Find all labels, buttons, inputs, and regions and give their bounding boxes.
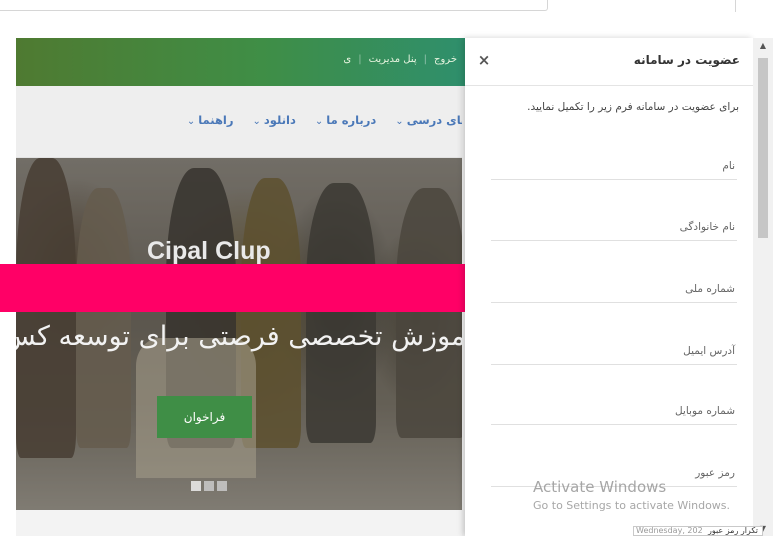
activate-windows-watermark: Activate Windows Go to Settings to activ… <box>533 478 730 512</box>
site-main-nav: های درسی⌄ درباره ما⌄ دانلود⌄ راهنما⌄ <box>16 86 465 158</box>
site-top-header: خروج | پنل مدیریت | ی <box>16 38 465 86</box>
chevron-down-icon: ⌄ <box>314 116 324 127</box>
partial-top-link[interactable]: ی <box>343 54 351 65</box>
field-label: نام <box>722 160 735 172</box>
confirm-password-label: تکرار رمز عبور <box>708 526 758 535</box>
nav-item-label: دانلود <box>263 113 296 127</box>
watermark-title: Activate Windows <box>533 478 667 496</box>
panel-header: عضویت در سامانه × <box>465 38 753 86</box>
main-menu: های درسی⌄ درباره ما⌄ دانلود⌄ راهنما⌄ <box>172 113 465 127</box>
field-label: نام خانوادگی <box>679 221 735 233</box>
hero-slider: Cipal Clup آموزش تخصصی فرصتی برای توسعه … <box>16 158 465 510</box>
slider-dot[interactable] <box>217 481 227 491</box>
field-label: آدرس ایمیل <box>683 345 735 357</box>
hero-title-persian: آموزش تخصصی فرصتی برای توسعه کس <box>16 321 465 352</box>
scroll-up-arrow-icon[interactable]: ▲ <box>753 41 773 50</box>
nav-item-label: راهنما <box>198 113 234 127</box>
tray-date-text: Wednesday, 202 <box>636 526 703 535</box>
first-name-field[interactable]: نام <box>491 160 737 180</box>
toolbar-divider <box>735 0 736 12</box>
link-separator: | <box>423 54 428 65</box>
admin-panel-link[interactable]: پنل مدیریت <box>369 54 417 65</box>
link-separator: | <box>358 54 362 65</box>
nav-item-about[interactable]: درباره ما⌄ <box>315 113 376 127</box>
hero-title-english: Cipal Clup <box>147 237 271 265</box>
nav-item-label: درباره ما <box>326 113 377 127</box>
last-name-field[interactable]: نام خانوادگی <box>491 221 737 241</box>
watermark-subtitle: Go to Settings to activate Windows. <box>533 499 731 512</box>
taskbar-tooltip: Wednesday, 202 تکرار رمز عبور <box>633 526 763 536</box>
slider-dot[interactable] <box>191 481 201 491</box>
screen: خروج|پنل مدیریت|ی های درسی⌄ درباره ما⌄ د… <box>0 0 773 536</box>
mobile-field[interactable]: شماره موبایل <box>491 405 737 425</box>
slider-dot[interactable] <box>204 481 214 491</box>
nav-item-download[interactable]: دانلود⌄ <box>253 113 296 127</box>
redaction-bar <box>0 264 528 312</box>
scrollbar-thumb[interactable] <box>758 58 768 238</box>
slider-dots <box>191 481 227 491</box>
chevron-down-icon: ⌄ <box>186 116 196 127</box>
chevron-down-icon: ⌄ <box>252 116 261 127</box>
nav-item-guide[interactable]: راهنما⌄ <box>187 113 234 127</box>
field-label: شماره موبایل <box>674 405 735 417</box>
address-bar[interactable] <box>0 0 548 11</box>
chevron-down-icon: ⌄ <box>395 116 404 127</box>
panel-title: عضویت در سامانه <box>633 53 740 67</box>
nav-item-label: های درسی <box>406 113 465 127</box>
logout-link[interactable]: خروج <box>434 54 457 65</box>
email-field[interactable]: آدرس ایمیل <box>491 345 737 365</box>
registration-panel: عضویت در سامانه × برای عضویت در سامانه ف… <box>465 38 753 536</box>
national-id-field[interactable]: شماره ملی <box>491 283 737 303</box>
nav-item-courses[interactable]: های درسی⌄ <box>395 113 465 127</box>
site-top-links: خروج | پنل مدیریت | ی <box>336 54 457 65</box>
panel-scrollbar[interactable]: ▲ ▼ <box>753 38 773 536</box>
field-label: شماره ملی <box>685 283 735 295</box>
browser-top-area <box>0 0 773 38</box>
hero-call-button[interactable]: فراخوان <box>157 396 252 438</box>
panel-intro-text: برای عضویت در سامانه فرم زیر را تکمیل نم… <box>527 101 739 113</box>
close-icon[interactable]: × <box>475 51 493 69</box>
